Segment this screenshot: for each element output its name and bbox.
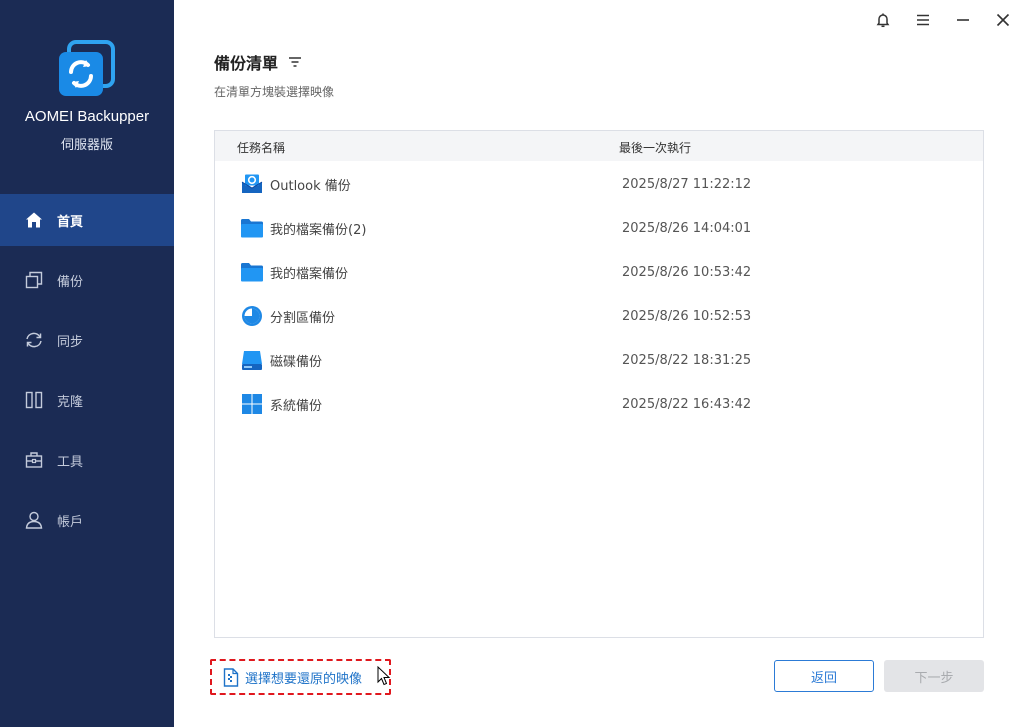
sidebar-item-label: 首頁 xyxy=(57,214,84,230)
disk-icon xyxy=(240,348,264,372)
sidebar-item-label: 工具 xyxy=(57,454,84,470)
sidebar-item-label: 克隆 xyxy=(57,394,84,410)
windows-icon xyxy=(240,392,264,416)
row-task-name: Outlook 備份 xyxy=(270,178,351,194)
table-row[interactable]: 磁碟備份 2025/8/22 18:31:25 xyxy=(215,338,983,382)
folder-icon xyxy=(240,216,264,240)
app-edition: 伺服器版 xyxy=(60,138,113,153)
row-task-name: 分割區備份 xyxy=(270,310,336,326)
account-icon xyxy=(24,510,44,530)
table-row[interactable]: Outlook 備份 2025/8/27 11:22:12 xyxy=(215,162,983,206)
sidebar-item-tools[interactable]: 工具 xyxy=(0,434,174,486)
backup-icon xyxy=(24,270,44,290)
aomei-logo-icon xyxy=(57,40,115,98)
select-image-label: 選擇想要還原的映像 xyxy=(245,671,363,687)
sidebar-item-account[interactable]: 帳戶 xyxy=(0,494,174,546)
sidebar: AOMEI Backupper 伺服器版 首頁 備份 同步 克隆 工具 帳戶 xyxy=(0,0,174,727)
tools-icon xyxy=(24,450,44,470)
row-task-name: 我的檔案備份 xyxy=(270,266,349,282)
clone-icon xyxy=(24,390,44,410)
column-header-last-run: 最後一次執行 xyxy=(619,141,692,155)
menu-icon[interactable] xyxy=(912,9,934,31)
bell-icon[interactable] xyxy=(872,9,894,31)
page-subtitle: 在清單方塊裝選擇映像 xyxy=(214,85,335,99)
page-title: 備份清單 xyxy=(214,54,279,73)
sidebar-item-backup[interactable]: 備份 xyxy=(0,254,174,306)
mouse-cursor-icon xyxy=(377,665,391,690)
row-last-run: 2025/8/22 16:43:42 xyxy=(622,396,752,412)
sync-icon xyxy=(24,330,44,350)
outlook-icon xyxy=(240,172,264,196)
sidebar-item-label: 帳戶 xyxy=(57,514,84,530)
row-last-run: 2025/8/26 10:53:42 xyxy=(622,264,752,280)
row-last-run: 2025/8/27 11:22:12 xyxy=(622,176,752,192)
row-last-run: 2025/8/26 10:52:53 xyxy=(622,308,752,324)
table-row[interactable]: 我的檔案備份 2025/8/26 10:53:42 xyxy=(215,250,983,294)
sidebar-nav: 首頁 備份 同步 克隆 工具 帳戶 xyxy=(0,194,174,554)
table-row[interactable]: 分割區備份 2025/8/26 10:52:53 xyxy=(215,294,983,338)
sidebar-item-label: 備份 xyxy=(57,274,84,290)
next-button[interactable]: 下一步 xyxy=(884,660,984,692)
row-last-run: 2025/8/26 14:04:01 xyxy=(622,220,752,236)
row-task-name: 我的檔案備份(2) xyxy=(270,222,367,238)
filter-icon[interactable] xyxy=(287,55,303,69)
table-header: 任務名稱 最後一次執行 xyxy=(215,131,983,161)
table-row[interactable]: 系統備份 2025/8/22 16:43:42 xyxy=(215,382,983,426)
sidebar-item-clone[interactable]: 克隆 xyxy=(0,374,174,426)
home-icon xyxy=(24,210,44,230)
select-image-link[interactable]: 選擇想要還原的映像 xyxy=(210,659,391,695)
image-file-icon xyxy=(223,667,239,687)
page-title-row: 備份清單 xyxy=(214,50,303,74)
partition-icon xyxy=(240,304,264,328)
sidebar-item-home[interactable]: 首頁 xyxy=(0,194,174,246)
app-name: AOMEI Backupper xyxy=(24,108,150,125)
table-row[interactable]: 我的檔案備份(2) 2025/8/26 14:04:01 xyxy=(215,206,983,250)
close-icon[interactable] xyxy=(992,9,1014,31)
sidebar-item-sync[interactable]: 同步 xyxy=(0,314,174,366)
column-header-task-name: 任務名稱 xyxy=(237,141,286,155)
backup-list-table: 任務名稱 最後一次執行 Outlook 備份 2025/8/27 11:22:1… xyxy=(214,130,984,638)
sidebar-item-label: 同步 xyxy=(57,334,84,350)
row-task-name: 磁碟備份 xyxy=(270,354,323,370)
row-task-name: 系統備份 xyxy=(270,398,323,414)
back-button[interactable]: 返回 xyxy=(774,660,874,692)
minimize-icon[interactable] xyxy=(952,9,974,31)
row-last-run: 2025/8/22 18:31:25 xyxy=(622,352,752,368)
folder-icon xyxy=(240,260,264,284)
